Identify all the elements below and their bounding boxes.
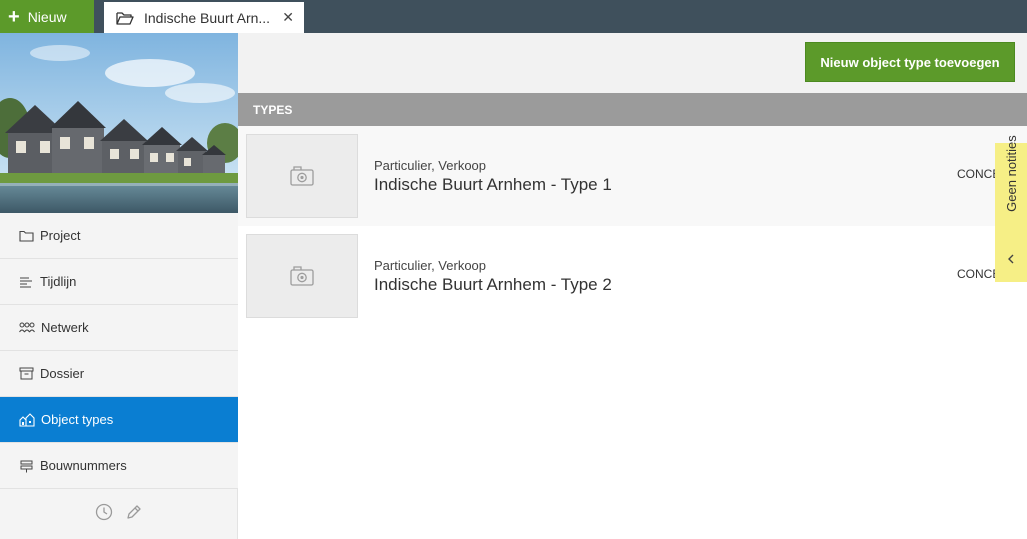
timeline-icon	[20, 276, 32, 288]
sidebar-item-label: Tijdlijn	[40, 274, 77, 289]
thumbnail-placeholder	[246, 234, 358, 318]
signpost-icon	[20, 460, 33, 472]
sidebar-item-dossier[interactable]: Dossier	[0, 351, 238, 397]
image-placeholder-icon	[290, 266, 314, 286]
plus-icon: +	[8, 5, 20, 28]
type-subtitle: Particulier, Verkoop	[374, 158, 487, 173]
history-icon[interactable]	[95, 503, 113, 521]
project-hero-image	[0, 33, 238, 213]
close-icon[interactable]: ✕	[282, 9, 294, 26]
tab-project[interactable]: Indische Buurt Arn... ✕	[104, 2, 304, 33]
list-item[interactable]: Particulier, Verkoop Indische Buurt Arnh…	[238, 226, 1027, 326]
tab-title: Indische Buurt Arn...	[144, 9, 270, 26]
new-button[interactable]: + Nieuw	[0, 0, 94, 33]
folder-open-icon	[116, 11, 134, 25]
type-subtitle: Particulier, Verkoop	[374, 258, 487, 273]
main-content: Nieuw object type toevoegen TYPES Partic…	[238, 33, 1027, 539]
edit-icon[interactable]	[125, 503, 143, 521]
sidebar-item-netwerk[interactable]: Netwerk	[0, 305, 238, 351]
sidebar-item-tijdlijn[interactable]: Tijdlijn	[0, 259, 238, 305]
add-object-type-button[interactable]: Nieuw object type toevoegen	[805, 42, 1015, 82]
sidebar-item-label: Project	[40, 228, 81, 243]
sidebar: Project Tijdlijn Netwerk Dossier Object …	[0, 33, 245, 539]
action-bar: Nieuw object type toevoegen	[238, 33, 1027, 93]
image-placeholder-icon	[290, 166, 314, 186]
sidebar-item-object-types[interactable]: Object types	[0, 397, 245, 443]
folder-icon	[19, 230, 34, 242]
top-bar: + Nieuw Indische Buurt Arn... ✕	[0, 0, 1027, 33]
object-types-icon	[19, 412, 35, 427]
section-header-types: TYPES	[238, 93, 1027, 126]
sidebar-item-label: Dossier	[40, 366, 85, 381]
sidebar-tools	[0, 489, 238, 535]
sidebar-item-label: Bouwnummers	[40, 458, 127, 473]
network-icon	[19, 322, 35, 332]
list-item[interactable]: Particulier, Verkoop Indische Buurt Arnh…	[238, 126, 1027, 226]
new-button-label: Nieuw	[27, 8, 67, 25]
sidebar-nav: Project Tijdlijn Netwerk Dossier Object …	[0, 213, 245, 489]
archive-icon	[19, 367, 34, 380]
type-title: Indische Buurt Arnhem - Type 2	[374, 275, 612, 294]
thumbnail-placeholder	[246, 134, 358, 218]
sidebar-item-project[interactable]: Project	[0, 213, 238, 259]
chevron-left-icon	[1008, 254, 1014, 264]
sidebar-item-label: Object types	[41, 412, 114, 427]
sidebar-item-label: Netwerk	[41, 320, 89, 335]
notes-label: Geen notities	[1003, 135, 1019, 212]
type-title: Indische Buurt Arnhem - Type 1	[374, 175, 612, 194]
notes-panel-tab[interactable]: Geen notities	[995, 135, 1027, 282]
sidebar-item-bouwnummers[interactable]: Bouwnummers	[0, 443, 238, 489]
